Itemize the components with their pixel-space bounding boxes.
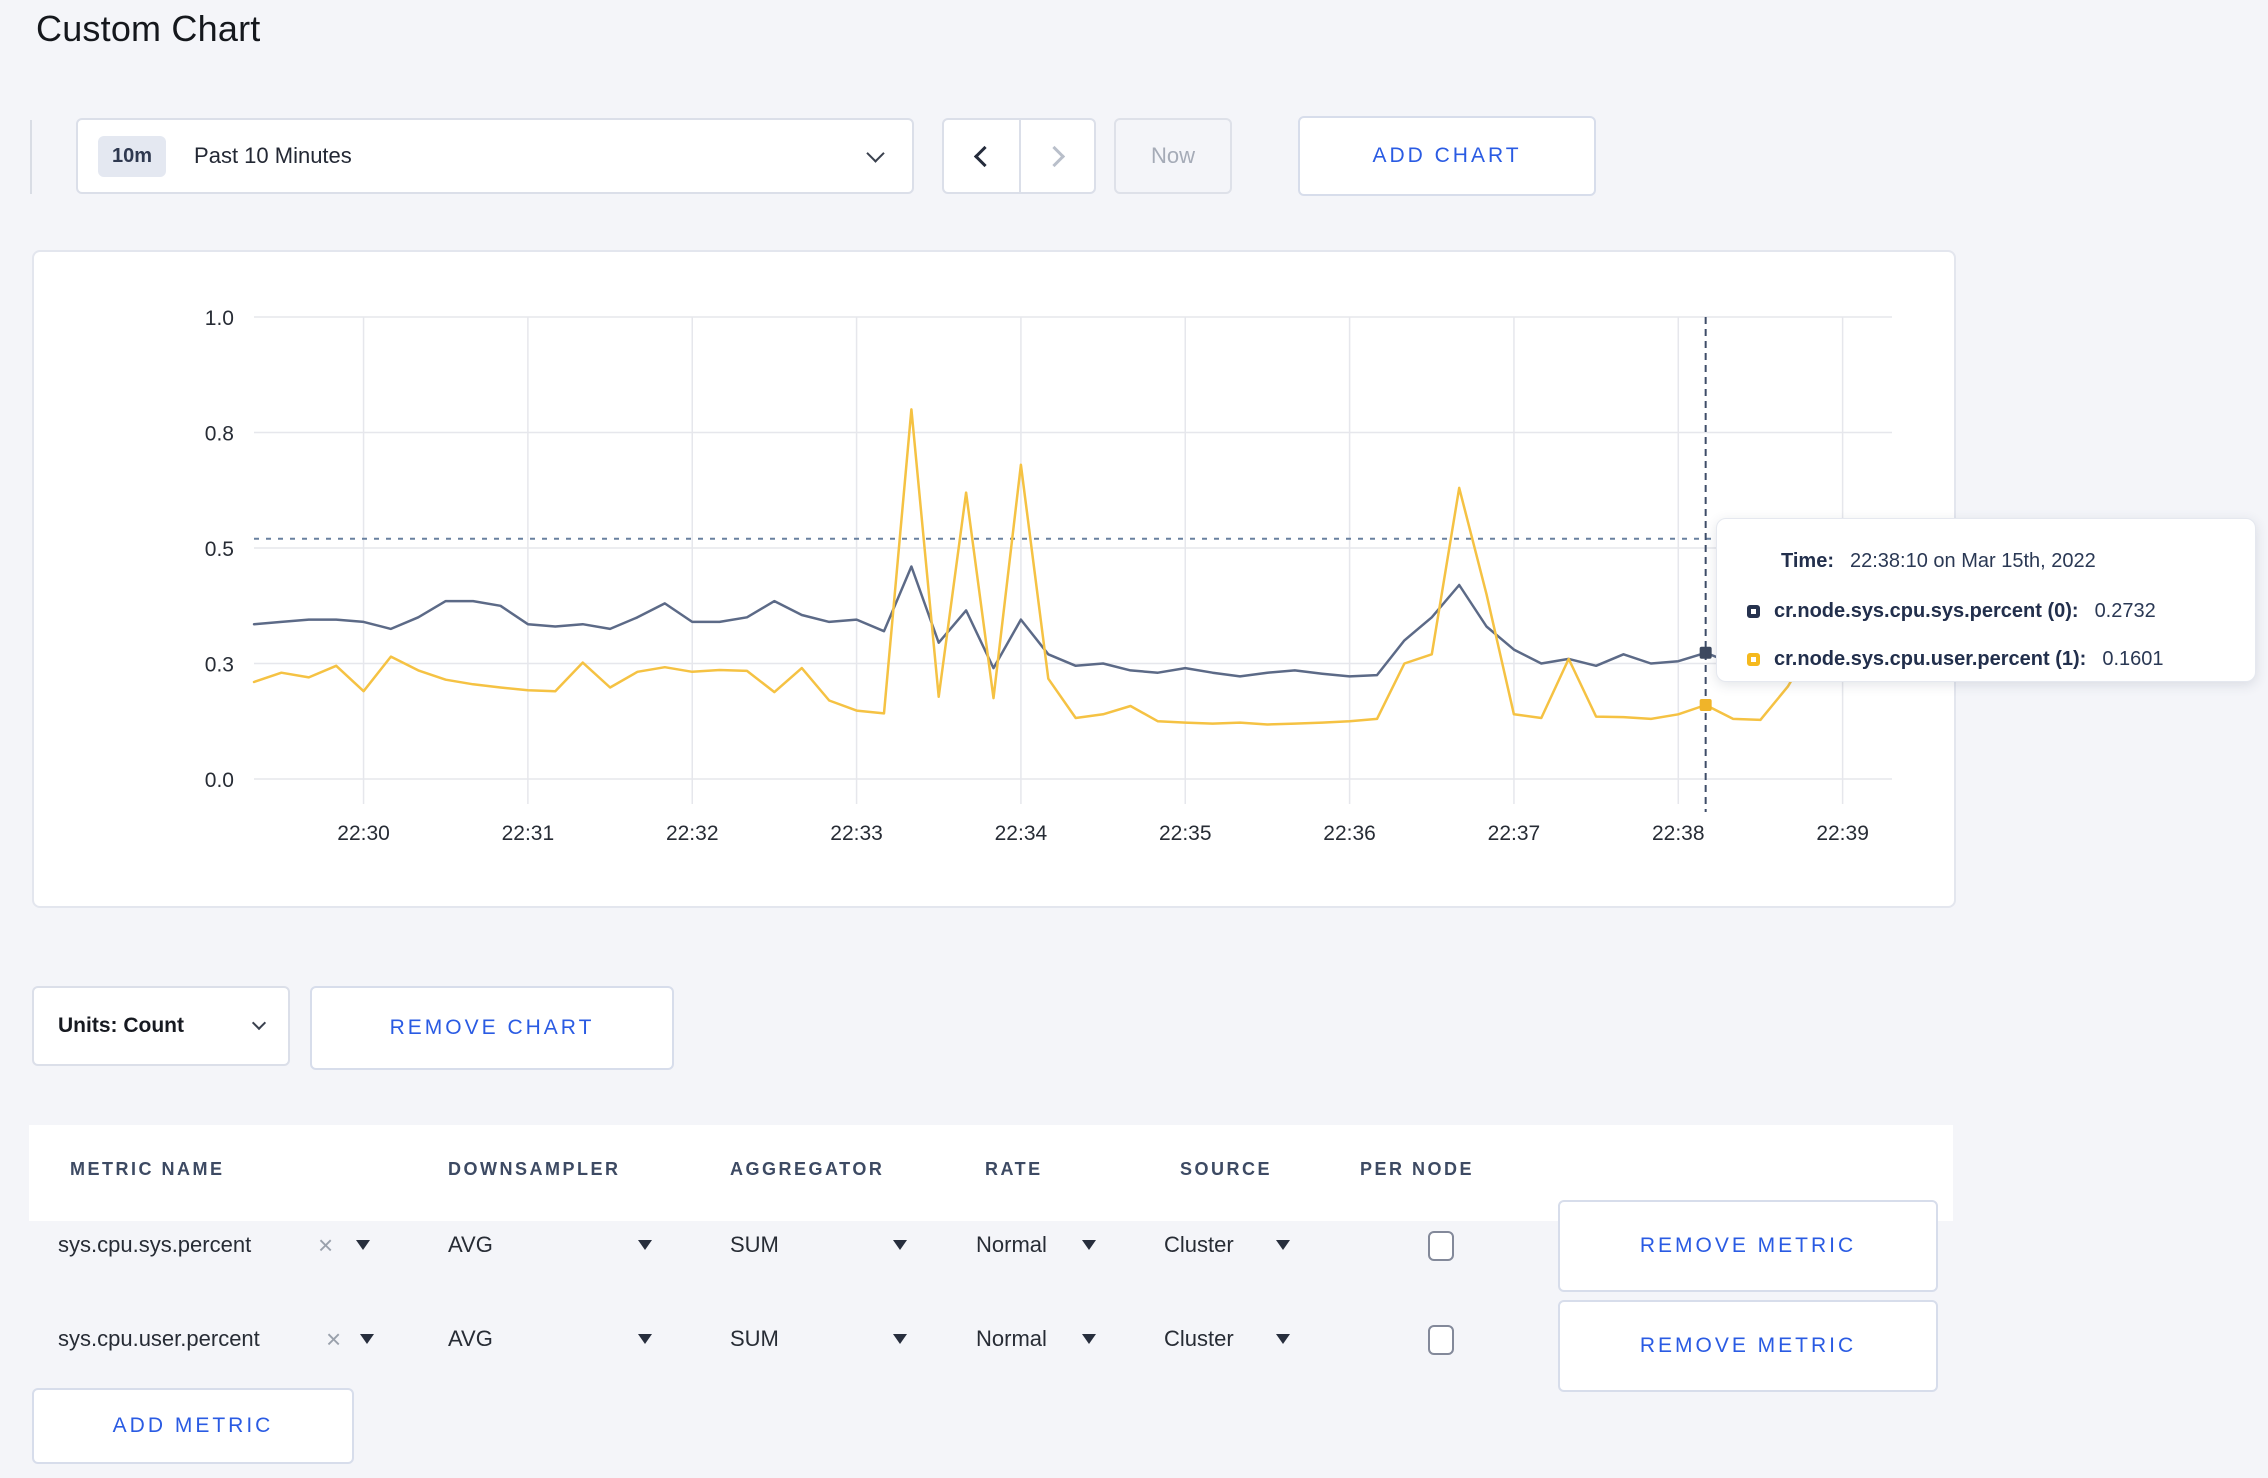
units-label: Units: Count	[58, 1014, 184, 1037]
rate-value[interactable]: Normal	[976, 1326, 1047, 1352]
tooltip-series-label: cr.node.sys.cpu.user.percent (1):	[1774, 647, 2087, 670]
column-header-downsampler: DOWNSAMPLER	[448, 1159, 621, 1179]
remove-chart-button[interactable]: REMOVE CHART	[310, 986, 674, 1070]
column-header-per-node: PER NODE	[1360, 1159, 1475, 1179]
x-axis-label: 22:31	[502, 822, 555, 845]
metric-dropdown-icon[interactable]	[360, 1334, 374, 1344]
chevron-left-icon	[973, 145, 996, 167]
per-node-checkbox[interactable]	[1428, 1325, 1454, 1355]
source-dropdown-icon[interactable]	[1276, 1240, 1290, 1250]
series-line-user	[252, 408, 1872, 726]
tooltip-series-value: 0.1601	[2102, 647, 2164, 670]
chevron-right-icon	[1043, 145, 1066, 167]
y-axis-label: 0.5	[205, 538, 234, 561]
tooltip-time-label: Time:	[1781, 549, 1834, 572]
x-axis-label: 22:34	[995, 822, 1048, 845]
time-range-label: Past 10 Minutes	[194, 143, 352, 168]
tooltip-series-row: cr.node.sys.cpu.sys.percent (0): 0.2732	[1717, 595, 2255, 627]
sys-series-swatch-icon	[1747, 604, 1760, 618]
metric-dropdown-icon[interactable]	[356, 1240, 370, 1250]
chart-svg[interactable]: 0.0 0.3 0.5 0.8 1.0 22:30 22:31 22:32 22:33 22:34…	[34, 252, 1954, 906]
metric-name-value[interactable]: sys.cpu.user.percent	[58, 1326, 260, 1352]
y-axis-label: 0.3	[205, 654, 234, 677]
aggregator-value[interactable]: SUM	[730, 1326, 779, 1352]
metric-name-value[interactable]: sys.cpu.sys.percent	[58, 1232, 251, 1258]
user-series-swatch-icon	[1747, 652, 1760, 666]
chevron-down-icon	[866, 143, 885, 163]
tooltip-series-label: cr.node.sys.cpu.sys.percent (0):	[1774, 599, 2079, 622]
next-time-button[interactable]	[1019, 120, 1094, 192]
x-axis-label: 22:32	[666, 822, 719, 845]
series-line-sys	[252, 565, 1872, 678]
add-chart-button[interactable]: ADD CHART	[1298, 116, 1596, 196]
clear-metric-icon[interactable]: ×	[326, 1326, 341, 1352]
units-select[interactable]: Units: Count	[32, 986, 290, 1066]
x-axis-label: 22:30	[337, 822, 390, 845]
column-header-metric-name: METRIC NAME	[70, 1159, 225, 1179]
per-node-checkbox[interactable]	[1428, 1231, 1454, 1261]
aggregator-dropdown-icon[interactable]	[893, 1334, 907, 1344]
x-axis-label: 22:36	[1323, 822, 1376, 845]
chevron-down-icon	[251, 1015, 267, 1031]
column-header-rate: RATE	[985, 1159, 1043, 1179]
x-axis-label: 22:37	[1488, 822, 1541, 845]
aggregator-dropdown-icon[interactable]	[893, 1240, 907, 1250]
source-value[interactable]: Cluster	[1164, 1232, 1234, 1258]
x-axis-label: 22:35	[1159, 822, 1212, 845]
prev-time-button[interactable]	[944, 120, 1019, 192]
rate-value[interactable]: Normal	[976, 1232, 1047, 1258]
remove-metric-button[interactable]: REMOVE METRIC	[1558, 1300, 1938, 1392]
crosshair-dot-user	[1699, 699, 1712, 712]
downsampler-dropdown-icon[interactable]	[638, 1334, 652, 1344]
clear-metric-icon[interactable]: ×	[318, 1232, 333, 1258]
tooltip-time-value: 22:38:10 on Mar 15th, 2022	[1849, 549, 2096, 572]
rate-dropdown-icon[interactable]	[1082, 1334, 1096, 1344]
tooltip-time-row: Time: 22:38:10 on Mar 15th, 2022	[1717, 545, 2255, 577]
x-axis-label: 22:38	[1652, 822, 1705, 845]
column-header-aggregator: AGGREGATOR	[730, 1159, 885, 1179]
crosshair-dot-sys	[1699, 646, 1712, 659]
downsampler-value[interactable]: AVG	[448, 1326, 493, 1352]
tooltip-series-row: cr.node.sys.cpu.user.percent (1): 0.1601	[1717, 643, 2255, 675]
add-metric-button[interactable]: ADD METRIC	[32, 1388, 354, 1464]
chart-card: 0.0 0.3 0.5 0.8 1.0 22:30 22:31 22:32 22:33 22:34…	[32, 250, 1956, 908]
source-value[interactable]: Cluster	[1164, 1326, 1234, 1352]
column-header-source: SOURCE	[1180, 1159, 1273, 1179]
remove-metric-button[interactable]: REMOVE METRIC	[1558, 1200, 1938, 1292]
rate-dropdown-icon[interactable]	[1082, 1240, 1096, 1250]
x-axis-label: 22:39	[1816, 822, 1869, 845]
time-range-select[interactable]: 10m Past 10 Minutes	[76, 118, 914, 194]
downsampler-dropdown-icon[interactable]	[638, 1240, 652, 1250]
page-title: Custom Chart	[36, 8, 261, 49]
aggregator-value[interactable]: SUM	[730, 1232, 779, 1258]
source-dropdown-icon[interactable]	[1276, 1334, 1290, 1344]
now-button[interactable]: Now	[1114, 118, 1232, 194]
toolbar-divider	[30, 120, 32, 194]
tooltip-series-value: 0.2732	[2094, 599, 2156, 622]
y-axis-label: 0.8	[205, 423, 234, 446]
time-nav-group	[942, 118, 1096, 194]
x-axis-label: 22:33	[830, 822, 883, 845]
y-axis-label: 0.0	[205, 769, 234, 792]
time-range-badge: 10m	[98, 135, 167, 177]
chart-tooltip: Time: 22:38:10 on Mar 15th, 2022 cr.node…	[1716, 518, 2256, 682]
downsampler-value[interactable]: AVG	[448, 1232, 493, 1258]
y-axis-label: 1.0	[205, 307, 234, 330]
